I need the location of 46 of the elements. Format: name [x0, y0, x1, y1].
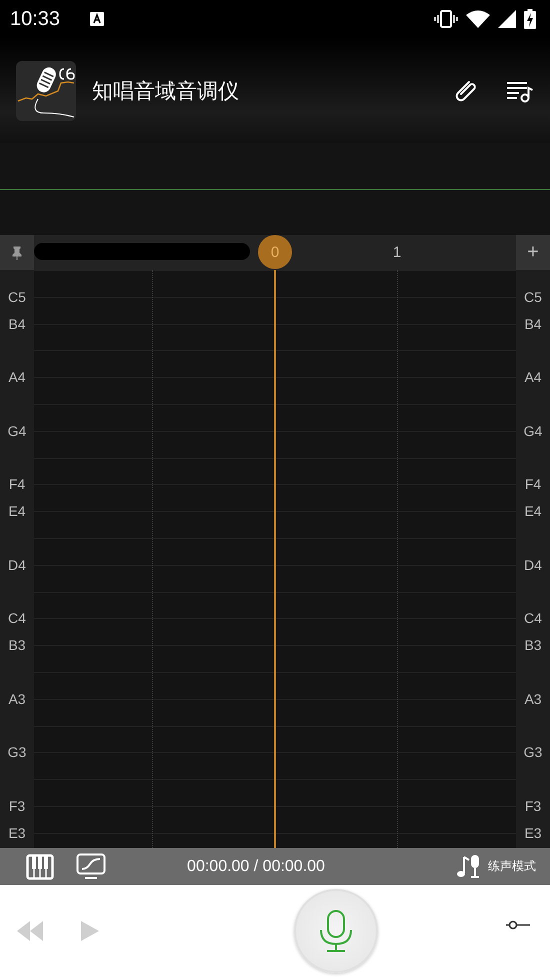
chart-monitor-icon[interactable]: [76, 852, 106, 880]
vibrate-icon: [434, 10, 458, 28]
status-time: 10:33: [10, 8, 60, 30]
note-label: D4: [523, 556, 543, 573]
battery-icon: [524, 9, 536, 29]
slider-icon[interactable]: [506, 920, 530, 930]
piano-icon[interactable]: [26, 854, 54, 880]
note-label: B4: [7, 316, 27, 332]
note-label: B4: [523, 316, 543, 332]
note-label: E3: [523, 824, 543, 841]
practice-mode-label[interactable]: 练声模式: [488, 858, 536, 875]
note-label: D4: [7, 556, 27, 573]
note-label: A3: [523, 690, 543, 707]
note-label: A4: [7, 369, 27, 386]
note-label: E4: [523, 503, 543, 520]
note-label: B3: [523, 637, 543, 654]
note-label: C5: [523, 288, 543, 305]
add-button[interactable]: +: [516, 235, 550, 270]
scroll-bar[interactable]: [34, 243, 250, 260]
note-label: C5: [7, 288, 27, 305]
app-logo-icon: [16, 60, 76, 120]
note-label: F3: [524, 798, 542, 814]
note-label: F4: [8, 476, 26, 492]
signal-icon: [498, 10, 516, 28]
note-label: G3: [522, 744, 544, 760]
pin-icon[interactable]: [0, 235, 34, 270]
note-label: A3: [7, 690, 27, 707]
note-label: E4: [7, 503, 27, 520]
note-label: C4: [523, 610, 543, 626]
note-label: G4: [6, 422, 28, 439]
keyboard-notification-icon: [90, 12, 104, 26]
note-label: G3: [6, 744, 28, 760]
wifi-icon: [466, 10, 490, 28]
timeline-marker[interactable]: 1: [380, 235, 414, 269]
note-label: G4: [522, 422, 544, 439]
note-label: A4: [523, 369, 543, 386]
note-label: E3: [7, 824, 27, 841]
music-microphone-icon: [456, 854, 482, 880]
note-label: F4: [524, 476, 542, 492]
note-label: F3: [8, 798, 26, 814]
app-title: 知唱音域音调仪: [92, 78, 239, 104]
record-button[interactable]: [294, 889, 378, 973]
note-label: C4: [7, 610, 27, 626]
playback-time: 00:00.00 / 00:00.00: [186, 858, 326, 876]
note-label: B3: [7, 637, 27, 654]
microphone-icon: [318, 909, 354, 953]
